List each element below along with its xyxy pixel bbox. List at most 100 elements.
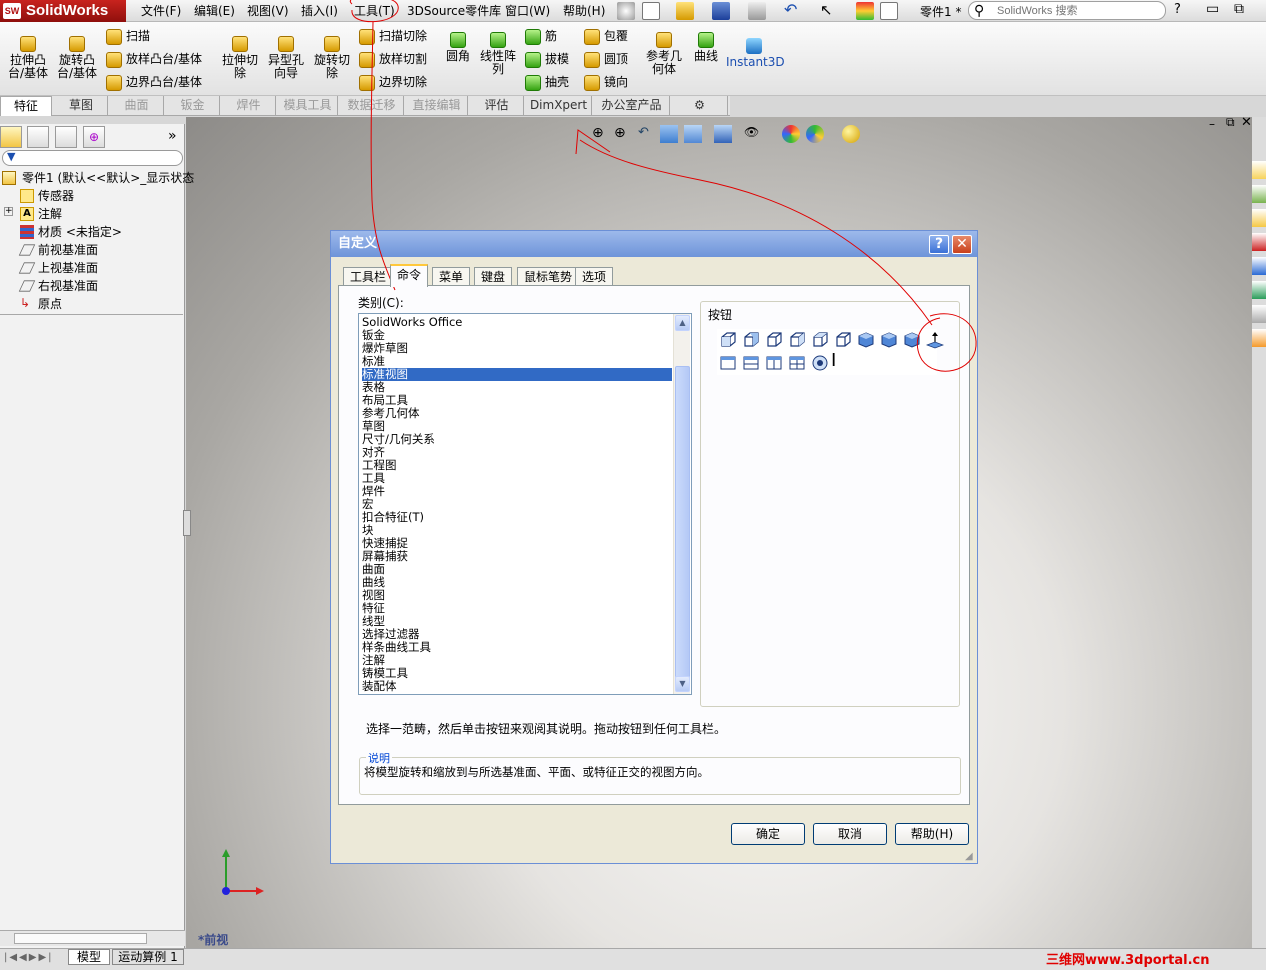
dialog-close-button[interactable]: ✕ — [952, 235, 972, 254]
tree-item-sensors[interactable]: 传感器 — [4, 187, 74, 205]
scroll-thumb[interactable] — [675, 366, 690, 678]
category-item[interactable]: 样条曲线工具 — [362, 641, 672, 654]
category-item[interactable]: 快速捕捉 — [362, 537, 672, 550]
top-view-icon[interactable] — [811, 331, 829, 349]
pin-icon[interactable] — [617, 2, 635, 20]
dialog-help-button[interactable]: ? — [929, 235, 949, 254]
tab-weldments[interactable]: 焊件 — [222, 96, 276, 115]
hole-wizard-button[interactable]: 异型孔 向导 — [264, 36, 308, 80]
app-logo[interactable]: SW SolidWorks — [0, 0, 126, 22]
expand-icon[interactable]: + — [4, 207, 13, 216]
options-icon[interactable] — [880, 2, 898, 20]
tab-scroll-arrows-icon[interactable]: |◀◀▶▶| — [4, 952, 54, 963]
tab-sheetmetal[interactable]: 钣金 — [166, 96, 220, 115]
undo-icon[interactable]: ↶ — [784, 2, 802, 20]
expand-panel-icon[interactable]: » — [168, 128, 177, 144]
edit-appearance-icon[interactable] — [782, 125, 800, 143]
tab-surfaces[interactable]: 曲面 — [110, 96, 164, 115]
tree-item-material[interactable]: 材质 <未指定> — [4, 223, 122, 241]
help-button[interactable]: 帮助(H) — [895, 823, 969, 845]
instant3d-button[interactable]: Instant3D — [726, 38, 785, 69]
revolve-cut-button[interactable]: 旋转切 除 — [310, 36, 354, 80]
wrap-button[interactable]: 包覆 — [584, 28, 628, 46]
tab-office-products[interactable]: 办公室产品 — [594, 96, 670, 115]
category-item[interactable]: 扣合特征(T) — [362, 511, 672, 524]
single-view-icon[interactable] — [719, 354, 737, 372]
category-item[interactable]: 铸模工具 — [362, 667, 672, 680]
ok-button[interactable]: 确定 — [731, 823, 805, 845]
four-view-icon[interactable] — [788, 354, 806, 372]
previous-view-icon[interactable]: ↶ — [638, 125, 649, 140]
menu-window[interactable]: 窗口(W) — [502, 2, 553, 20]
ref-geometry-button[interactable]: 参考几 何体 — [642, 32, 686, 76]
left-view-icon[interactable] — [765, 331, 783, 349]
tree-root-part[interactable]: 零件1 (默认<<默认>_显示状态 — [2, 169, 194, 187]
horizontal-scrollbar[interactable] — [0, 930, 185, 946]
print-icon[interactable] — [748, 2, 766, 20]
search-input[interactable] — [968, 1, 1166, 20]
zoom-fit-icon[interactable]: ⊕ — [592, 125, 604, 141]
loft-cut-button[interactable]: 放样切割 — [359, 51, 427, 69]
tab-commands[interactable]: 命令 — [390, 264, 429, 287]
tab-options[interactable]: 选项 — [575, 267, 614, 286]
minimize-icon[interactable]: ▭ — [1206, 1, 1219, 17]
tree-item-annotations[interactable]: + A 注解 — [4, 205, 62, 223]
tab-toolbars[interactable]: 工具栏 — [343, 267, 394, 286]
tree-item-origin[interactable]: ↳ 原点 — [4, 295, 62, 313]
doc-minimize-icon[interactable]: – — [1209, 117, 1215, 131]
linear-pattern-button[interactable]: 线性阵 列 — [476, 32, 520, 76]
configuration-manager-tab[interactable] — [55, 126, 77, 148]
rib-button[interactable]: 筋 — [525, 28, 557, 46]
shell-button[interactable]: 抽壳 — [525, 74, 569, 92]
category-item[interactable]: 曲线 — [362, 576, 672, 589]
category-item[interactable]: 钣金 — [362, 329, 672, 342]
category-item[interactable]: 视图 — [362, 589, 672, 602]
search-icon[interactable]: ⚲ — [974, 3, 984, 19]
category-item[interactable]: 参考几何体 — [362, 407, 672, 420]
scroll-down-icon[interactable]: ▼ — [675, 676, 690, 692]
help-icon[interactable]: ? — [1174, 2, 1181, 17]
resize-grip-icon[interactable]: ◢ — [965, 851, 973, 862]
task-pane-home-icon[interactable] — [1252, 161, 1266, 179]
menu-help[interactable]: 帮助(H) — [560, 2, 608, 20]
scroll-up-icon[interactable]: ▲ — [675, 315, 690, 331]
section-view-icon[interactable] — [660, 125, 678, 143]
curves-button[interactable]: 曲线 — [688, 32, 724, 63]
menu-insert[interactable]: 插入(I) — [298, 2, 341, 20]
dimetric-view-icon[interactable] — [903, 331, 921, 349]
doc-close-icon[interactable]: ✕ — [1241, 115, 1252, 130]
category-item[interactable]: 对齐 — [362, 446, 672, 459]
category-item[interactable]: 块 — [362, 524, 672, 537]
two-view-vertical-icon[interactable] — [765, 354, 783, 372]
category-item[interactable]: 屏幕捕获 — [362, 550, 672, 563]
draft-button[interactable]: 拔模 — [525, 51, 569, 69]
tab-direct-edit[interactable]: 直接编辑 — [406, 96, 468, 115]
scrollbar-thumb[interactable] — [14, 933, 147, 944]
category-list[interactable]: SolidWorks Office 钣金 爆炸草图 标准 标准视图 表格 布局工具 参考几何体… — [358, 313, 692, 695]
tab-data-migration[interactable]: 数据迁移 — [340, 96, 404, 115]
new-file-icon[interactable] — [642, 2, 660, 20]
category-item[interactable]: 标准视图 — [362, 368, 672, 381]
category-item[interactable]: 焊件 — [362, 485, 672, 498]
category-item[interactable]: 尺寸/几何关系 — [362, 433, 672, 446]
category-item[interactable]: 工具 — [362, 472, 672, 485]
sweep-cut-button[interactable]: 扫描切除 — [359, 28, 427, 46]
sweep-button[interactable]: 扫描 — [106, 28, 150, 46]
tree-item-right-plane[interactable]: 右视基准面 — [4, 277, 98, 295]
category-item[interactable]: 曲面 — [362, 563, 672, 576]
zoom-area-icon[interactable]: ⊕ — [614, 125, 626, 141]
normal-to-icon[interactable] — [925, 331, 945, 349]
category-item[interactable]: 爆炸草图 — [362, 342, 672, 355]
extrude-cut-button[interactable]: 拉伸切 除 — [218, 36, 262, 80]
front-view-icon[interactable] — [719, 331, 737, 349]
dimxpert-manager-tab[interactable]: ⊕ — [83, 126, 105, 148]
menu-3dsource[interactable]: 3DSource零件库 — [404, 2, 504, 20]
tab-mold-tools[interactable]: 模具工具 — [278, 96, 338, 115]
task-pane-view-palette-icon[interactable] — [1252, 305, 1266, 323]
panel-resize-handle[interactable] — [183, 510, 191, 536]
mirror-button[interactable]: 镜向 — [584, 74, 628, 92]
menu-file[interactable]: 文件(F) — [138, 2, 184, 20]
tree-item-top-plane[interactable]: 上视基准面 — [4, 259, 98, 277]
dome-button[interactable]: 圆顶 — [584, 51, 628, 69]
category-item[interactable]: 标准 — [362, 355, 672, 368]
